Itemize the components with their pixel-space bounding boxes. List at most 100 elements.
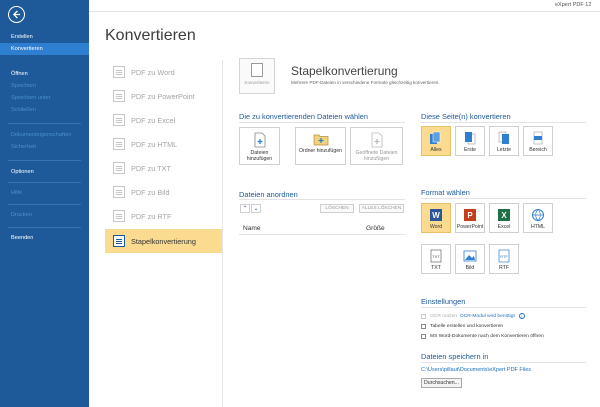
- nav-security[interactable]: Sicherheit: [0, 141, 89, 153]
- list-item-batch[interactable]: Stapelkonvertierung: [105, 229, 222, 253]
- nav-divider: [8, 123, 81, 124]
- format-word-button[interactable]: W Word: [421, 203, 451, 233]
- tile-label: Alles: [430, 147, 442, 153]
- format-rtf-button[interactable]: RTF RTF: [489, 244, 519, 274]
- pages-first-button[interactable]: Erste: [455, 126, 485, 156]
- nav-help[interactable]: Hilfe: [0, 187, 89, 199]
- delete-button[interactable]: LÖSCHEN: [320, 204, 354, 213]
- page-last-icon: [498, 131, 509, 144]
- back-button[interactable]: [8, 6, 25, 23]
- add-folder-button[interactable]: Ordner hinzufügen: [295, 127, 346, 165]
- nav-divider: [8, 204, 81, 205]
- batch-convert-icon: [113, 235, 125, 247]
- nav-create[interactable]: Erstellen: [0, 31, 89, 43]
- pdf-doc-icon: [113, 138, 125, 150]
- tables-option[interactable]: Tabelle erstellen und konvertieren: [421, 322, 503, 330]
- pages-all-button[interactable]: Alles: [421, 126, 451, 156]
- list-item-label: PDF zu Bild: [131, 187, 170, 197]
- list-item-label: PDF zu HTML: [131, 139, 178, 149]
- open-word-label: MS Word-Dokumente nach dem Konvertieren …: [430, 333, 544, 339]
- divider: [421, 122, 586, 123]
- move-up-button[interactable]: ⌃: [240, 204, 250, 213]
- svg-text:RTF: RTF: [500, 254, 508, 259]
- save-path-link[interactable]: C:\Users\pillaut\Documents\eXpert PDF Fi…: [421, 367, 531, 373]
- page-title: Konvertieren: [105, 27, 196, 44]
- nav-save-as[interactable]: Speichern unter: [0, 92, 89, 104]
- column-size[interactable]: Größe: [366, 225, 385, 232]
- nav-divider: [8, 227, 81, 228]
- list-item-pdf-html[interactable]: PDF zu HTML: [105, 132, 222, 156]
- delete-all-button[interactable]: ALLES LÖSCHEN: [359, 204, 404, 213]
- page-range-icon: [533, 131, 543, 145]
- list-item-pdf-word[interactable]: PDF zu Word: [105, 60, 222, 84]
- nav-divider: [8, 182, 81, 183]
- ocr-option[interactable]: OCR nutzen OCR-Modul wird benötigt i: [421, 312, 525, 320]
- move-down-button[interactable]: ⌄: [251, 204, 261, 213]
- nav-properties[interactable]: Dokumenteigenschaften: [0, 129, 89, 141]
- tile-label: Ordner hinzufügen: [299, 148, 342, 154]
- nav-options[interactable]: Optionen: [0, 166, 89, 178]
- tile-label: Dateien hinzufügen: [246, 150, 273, 162]
- globe-icon: [532, 209, 544, 221]
- browse-button[interactable]: Durchsuchen...: [421, 378, 462, 388]
- tile-label: PowerPoint: [456, 224, 484, 230]
- convert-doc-icon: [251, 63, 263, 77]
- format-powerpoint-button[interactable]: P PowerPoint: [455, 203, 485, 233]
- open-files-icon: [371, 132, 382, 148]
- pdf-doc-icon: [113, 210, 125, 222]
- nav-print[interactable]: Drucken: [0, 209, 89, 221]
- pages-last-button[interactable]: Letzte: [489, 126, 519, 156]
- nav-divider: [8, 160, 81, 161]
- format-excel-button[interactable]: X Excel: [489, 203, 519, 233]
- divider: [421, 198, 586, 199]
- tile-label: HTML: [530, 224, 546, 230]
- add-files-button[interactable]: Dateien hinzufügen: [239, 127, 280, 165]
- list-item-label: PDF zu RTF: [131, 211, 172, 221]
- format-html-button[interactable]: HTML: [523, 203, 553, 233]
- list-item-label: PDF zu Word: [131, 67, 175, 77]
- tile-label: Word: [429, 224, 443, 230]
- open-word-checkbox[interactable]: [421, 333, 426, 339]
- folder-add-icon: [313, 134, 328, 146]
- powerpoint-icon: P: [464, 209, 476, 221]
- divider: [239, 122, 405, 123]
- chevron-up-icon: ⌃: [242, 206, 248, 212]
- pages-title: Diese Seite(n) konvertieren: [421, 112, 511, 121]
- list-item-pdf-excel[interactable]: PDF zu Excel: [105, 108, 222, 132]
- tables-label: Tabelle erstellen und konvertieren: [430, 323, 504, 329]
- pdf-doc-icon: [113, 90, 125, 102]
- list-item-pdf-powerpoint[interactable]: PDF zu PowerPoint: [105, 84, 222, 108]
- divider: [421, 362, 586, 363]
- rtf-file-icon: RTF: [498, 249, 510, 263]
- save-title: Dateien speichern in: [421, 352, 489, 361]
- ocr-checkbox[interactable]: [421, 313, 426, 319]
- list-item-pdf-rtf[interactable]: PDF zu RTF: [105, 204, 222, 228]
- choose-files-title: Die zu konvertierenden Dateien wählen: [239, 112, 369, 121]
- title-bar: eXpert PDF 12: [89, 0, 600, 12]
- pdf-doc-icon: [113, 162, 125, 174]
- tables-checkbox[interactable]: [421, 323, 426, 329]
- pdf-doc-icon: [113, 186, 125, 198]
- pages-range-button[interactable]: Bereich: [523, 126, 553, 156]
- tile-label: Erste: [463, 147, 477, 153]
- list-item-pdf-image[interactable]: PDF zu Bild: [105, 180, 222, 204]
- info-icon[interactable]: i: [518, 313, 525, 319]
- nav-open[interactable]: Öffnen: [0, 68, 89, 80]
- nav-exit[interactable]: Beenden: [0, 232, 89, 244]
- format-txt-button[interactable]: TXT TXT: [421, 244, 451, 274]
- svg-text:P: P: [467, 211, 473, 220]
- nav-save[interactable]: Speichern: [0, 80, 89, 92]
- open-word-option[interactable]: MS Word-Dokumente nach dem Konvertieren …: [421, 332, 544, 340]
- list-item-pdf-txt[interactable]: PDF zu TXT: [105, 156, 222, 180]
- add-open-files-button[interactable]: Geöffnete Dateien hinzufügen: [350, 127, 403, 165]
- format-image-button[interactable]: Bild: [455, 244, 485, 274]
- arrange-files-title: Dateien anordnen: [239, 190, 298, 199]
- tile-label: Konvertieren: [244, 80, 270, 85]
- list-item-label: Stapelkonvertierung: [131, 236, 196, 246]
- tile-label: Bereich: [529, 147, 547, 153]
- column-name[interactable]: Name: [243, 225, 261, 232]
- ocr-module-link[interactable]: OCR-Modul wird benötigt: [460, 314, 515, 319]
- nav-close[interactable]: Schließen: [0, 104, 89, 116]
- txt-file-icon: TXT: [430, 249, 442, 263]
- nav-convert[interactable]: Konvertieren: [0, 43, 89, 55]
